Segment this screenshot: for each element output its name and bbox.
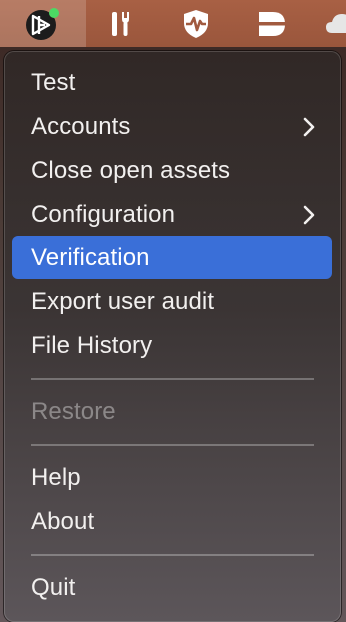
menu-item-label: Export user audit — [31, 288, 215, 315]
shield-pulse-icon — [180, 8, 212, 40]
menu-item-label: Configuration — [31, 201, 176, 228]
cloud-menu-button[interactable] — [322, 0, 346, 47]
menu-separator — [31, 554, 314, 556]
app-dropdown-menu: Test Accounts Close open assets Configur… — [4, 51, 341, 622]
menu-separator — [31, 378, 314, 380]
security-menu-button[interactable] — [174, 0, 218, 47]
tools-icon — [105, 9, 135, 39]
drive-menu-button[interactable] — [250, 0, 294, 47]
menu-item-about[interactable]: About — [12, 501, 332, 543]
menu-item-label: About — [31, 508, 95, 535]
chevron-right-icon — [303, 205, 315, 225]
menu-item-help[interactable]: Help — [12, 457, 332, 499]
menu-item-label: Close open assets — [31, 157, 231, 184]
menu-item-quit[interactable]: Quit — [12, 567, 332, 609]
drive-icon — [255, 9, 289, 39]
chevron-right-icon — [303, 117, 315, 137]
menu-separator — [31, 444, 314, 446]
menu-item-label: File History — [31, 332, 153, 359]
menu-item-configuration[interactable]: Configuration — [12, 194, 332, 236]
menu-item-test[interactable]: Test — [12, 62, 332, 104]
tools-menu-button[interactable] — [98, 0, 142, 47]
menu-item-close-open-assets[interactable]: Close open assets — [12, 150, 332, 192]
cloud-icon — [322, 9, 346, 39]
menu-item-export-user-audit[interactable]: Export user audit — [12, 281, 332, 323]
menu-item-verification[interactable]: Verification — [12, 236, 332, 279]
app-menu-button[interactable] — [0, 0, 86, 47]
menu-item-accounts[interactable]: Accounts — [12, 106, 332, 148]
menu-bar — [0, 0, 346, 47]
app-logo-icon — [18, 4, 68, 44]
menu-item-label: Accounts — [31, 113, 131, 140]
menu-item-restore: Restore — [12, 391, 332, 433]
menu-item-label: Help — [31, 464, 81, 491]
menu-item-label: Restore — [31, 398, 116, 425]
menu-item-label: Test — [31, 69, 76, 96]
menu-item-file-history[interactable]: File History — [12, 325, 332, 367]
menu-item-label: Verification — [31, 243, 150, 271]
menu-item-label: Quit — [31, 574, 76, 601]
